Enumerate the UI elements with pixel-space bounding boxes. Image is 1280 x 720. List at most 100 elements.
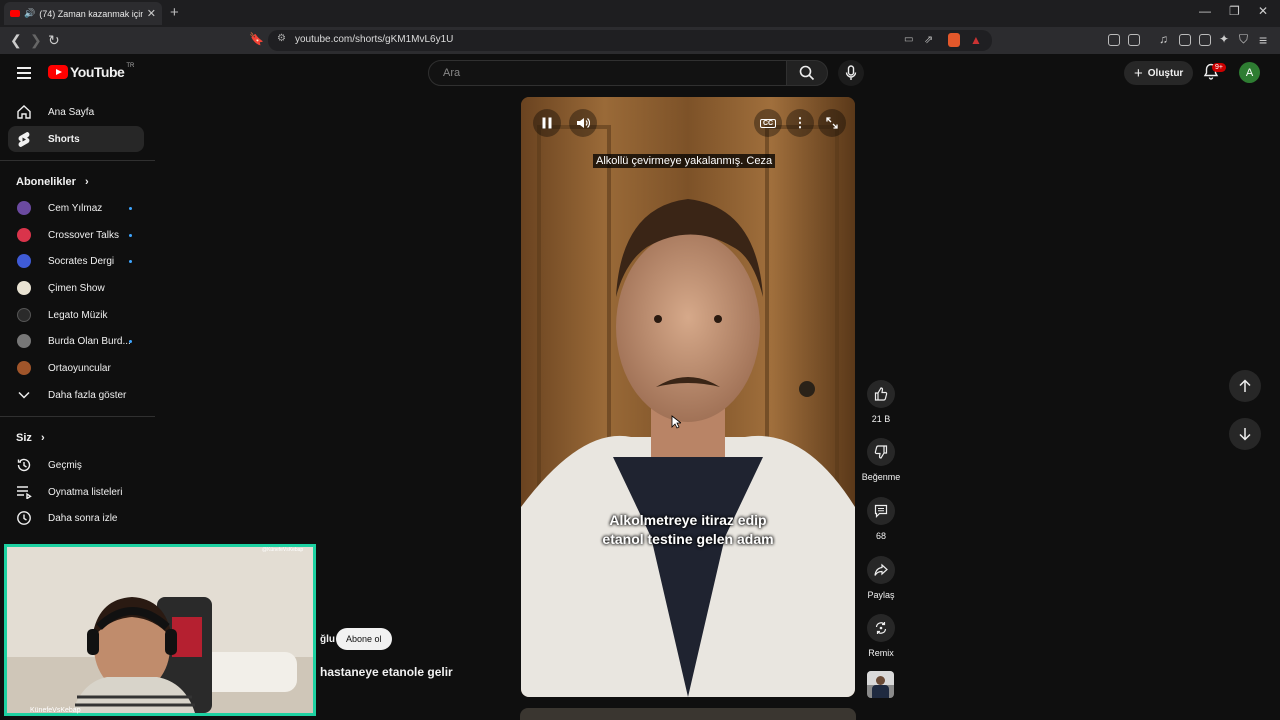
more-vert-icon: ⋮ — [793, 115, 807, 130]
tab-title: (74) Zaman kazanmak için ha — [39, 8, 143, 19]
previous-short-button[interactable] — [1229, 370, 1261, 402]
search-box — [428, 60, 787, 86]
sidebar-item-playlists[interactable]: Oynatma listeleri — [8, 479, 144, 505]
remix-button[interactable] — [867, 614, 895, 642]
share-page-icon[interactable]: ⇗ — [924, 33, 933, 46]
webcam-handle: @KünefeVsKebap — [262, 547, 304, 553]
sidebar-item-channel[interactable]: Legato Müzik — [8, 302, 144, 328]
shorts-video-player[interactable]: CC ⋮ Alkollü çevirmeye yakalanmış. Ceza … — [521, 97, 855, 697]
channel-avatar — [17, 361, 31, 375]
leo-ai-icon[interactable]: ✦ — [1219, 32, 1229, 46]
history-icon — [17, 458, 31, 472]
comments-action[interactable]: 68 — [861, 497, 901, 541]
sidebar-item-channel[interactable]: Çimen Show — [8, 275, 144, 301]
account-avatar[interactable]: A — [1239, 62, 1260, 83]
vpn-icon[interactable]: ⛉ — [1239, 32, 1248, 47]
sidebar-item-label: Burda Olan Burd... — [48, 335, 131, 347]
new-tab-button[interactable]: + — [170, 4, 179, 21]
subscriptions-heading[interactable]: Abonelikler › — [16, 176, 89, 188]
sidebar-item-history[interactable]: Geçmiş — [8, 452, 144, 478]
wallet-2-icon[interactable] — [1199, 34, 1211, 46]
cast-icon[interactable]: ▭ — [904, 34, 913, 45]
browser-tab-bar: 🔊 (74) Zaman kazanmak için ha ✕ + — ❐ ✕ — [0, 0, 1280, 27]
like-action[interactable]: 21 B — [861, 380, 901, 424]
like-button[interactable] — [867, 380, 895, 408]
sidebar-toggle-icon[interactable] — [1179, 34, 1191, 46]
bookmark-icon[interactable]: 🔖 — [249, 32, 264, 46]
volume-button[interactable] — [569, 109, 597, 137]
video-title[interactable]: hastaneye etanole gelir — [320, 665, 453, 679]
sidebar-item-label: Ana Sayfa — [48, 106, 95, 118]
divider — [0, 160, 155, 161]
sidebar-item-channel[interactable]: Cem Yılmaz — [8, 195, 144, 221]
microphone-icon — [845, 65, 857, 80]
restore-icon[interactable]: ❐ — [1229, 4, 1240, 18]
captions-button[interactable]: CC — [754, 109, 782, 137]
browser-address-bar: ❮ ❯ ↻ 🔖 ⚙ youtube.com/shorts/gKM1MvL6y1U… — [0, 27, 1280, 54]
thumbs-up-icon — [874, 387, 888, 401]
sidebar-item-channel[interactable]: Ortaoyuncular — [8, 355, 144, 381]
browser-tab[interactable]: 🔊 (74) Zaman kazanmak için ha ✕ — [4, 2, 162, 25]
next-short-button[interactable] — [1229, 418, 1261, 450]
arrow-up-icon — [1239, 379, 1251, 392]
channel-name[interactable]: ğlu — [320, 634, 335, 645]
next-short-preview[interactable] — [520, 708, 856, 720]
sidebar-item-label: Çimen Show — [48, 282, 105, 294]
search-icon — [799, 65, 815, 81]
you-heading[interactable]: Siz › — [16, 432, 45, 444]
subscribe-button[interactable]: Abone ol — [336, 628, 392, 650]
speaker-icon[interactable]: 🔊 — [24, 8, 35, 19]
search-input[interactable] — [429, 61, 786, 85]
youtube-logo[interactable]: YouTube TR — [48, 63, 134, 80]
minimize-icon[interactable]: — — [1199, 4, 1211, 18]
sidebar-item-watch-later[interactable]: Daha sonra izle — [8, 505, 144, 531]
remix-action[interactable]: Remix — [861, 614, 901, 658]
sidebar-item-home[interactable]: Ana Sayfa — [8, 99, 144, 125]
channel-avatar — [17, 228, 31, 242]
pause-button[interactable] — [533, 109, 561, 137]
extensions-icon[interactable] — [1108, 34, 1120, 46]
brave-shields-icon[interactable] — [948, 33, 960, 47]
browser-menu-icon[interactable]: ≡ — [1259, 32, 1267, 48]
chevron-down-icon — [18, 391, 30, 399]
sidebar-show-more[interactable]: Daha fazla göster — [8, 382, 144, 408]
comments-button[interactable] — [867, 497, 895, 525]
back-icon[interactable]: ❮ — [10, 32, 22, 49]
dislike-button[interactable] — [867, 438, 895, 466]
site-info-icon[interactable]: ⚙ — [277, 33, 286, 44]
sound-source-thumbnail[interactable] — [867, 671, 894, 698]
sidebar-item-channel[interactable]: Burda Olan Burd... — [8, 328, 144, 354]
share-action[interactable]: Paylaş — [861, 556, 901, 600]
voice-search-button[interactable] — [838, 60, 864, 86]
channel-avatar — [17, 254, 31, 268]
close-window-icon[interactable]: ✕ — [1258, 4, 1268, 18]
wallet-icon[interactable] — [1128, 34, 1140, 46]
more-options-button[interactable]: ⋮ — [786, 109, 814, 137]
music-icon[interactable]: ♫ — [1159, 32, 1168, 46]
close-tab-icon[interactable]: ✕ — [147, 7, 156, 20]
sidebar-item-channel[interactable]: Socrates Dergi — [8, 248, 144, 274]
channel-avatar — [17, 281, 31, 295]
sidebar-item-shorts[interactable]: Shorts — [8, 126, 144, 152]
comment-count: 68 — [875, 531, 886, 541]
brave-rewards-icon[interactable]: ▲ — [970, 33, 982, 47]
auto-caption: Alkollü çevirmeye yakalanmış. Ceza — [593, 154, 776, 168]
sidebar-item-label: Daha sonra izle — [48, 512, 118, 524]
chevron-right-icon: › — [84, 176, 89, 188]
reload-icon[interactable]: ↻ — [48, 32, 60, 49]
forward-icon[interactable]: ❯ — [30, 32, 42, 49]
webcam-name: KünefeVsKebap — [30, 707, 81, 714]
dislike-action[interactable]: Beğenme — [861, 438, 901, 482]
url-text: youtube.com/shorts/gKM1MvL6y1U — [295, 34, 454, 45]
menu-icon[interactable] — [17, 67, 31, 82]
channel-avatar — [17, 334, 31, 348]
notification-badge: 9+ — [1212, 63, 1226, 72]
fullscreen-button[interactable] — [818, 109, 846, 137]
create-button[interactable]: + Oluştur — [1124, 61, 1194, 85]
share-button[interactable] — [867, 556, 895, 584]
sidebar-item-channel[interactable]: Crossover Talks — [8, 222, 144, 248]
youtube-favicon-icon — [10, 10, 20, 17]
url-field[interactable]: ⚙ youtube.com/shorts/gKM1MvL6y1U ▭ ⇗ ▲ — [268, 30, 992, 51]
search-button[interactable] — [786, 60, 828, 86]
share-label: Paylaş — [867, 590, 895, 600]
